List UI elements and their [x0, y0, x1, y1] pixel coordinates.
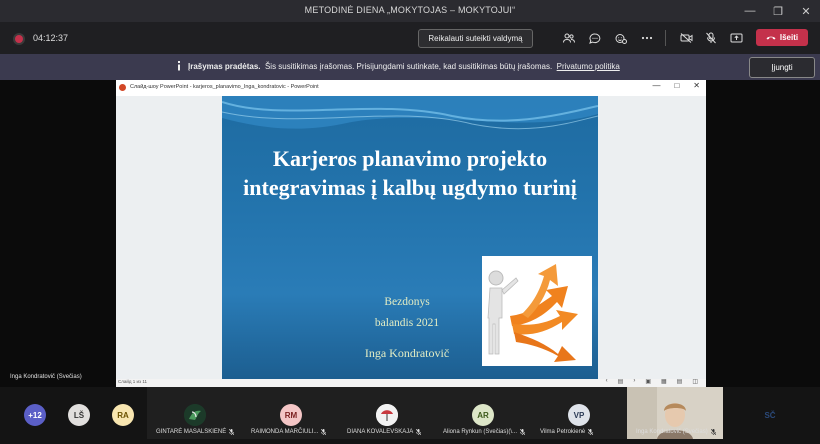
participant-name: GINTARĖ MASALSKIENĖ [156, 429, 227, 435]
ppt-minimize-icon[interactable]: — [652, 81, 660, 90]
mic-muted-icon [710, 429, 716, 435]
window-titlebar: METODINĖ DIENA „MOKYTOJAS – MOKYTOJUI“ —… [0, 0, 820, 22]
avatar-photo [184, 404, 206, 426]
avatar[interactable]: SČ [759, 404, 781, 426]
avatar-initials: SČ [764, 410, 776, 420]
avatar: RM [280, 404, 302, 426]
window-title: METODINĖ DIENA „MOKYTOJAS – MOKYTOJUI“ [304, 5, 516, 15]
participant-name-row: RAIMONDA MARČIULI... [251, 429, 327, 435]
recording-indicator-icon [15, 35, 23, 43]
participants-icon[interactable] [559, 29, 579, 47]
ppt-close-icon[interactable]: ✕ [693, 81, 700, 90]
avatar-initials: LŠ [73, 410, 85, 420]
enable-button[interactable]: Įjungti [749, 57, 815, 78]
slide-counter: Слайд 1 из 11 [118, 379, 148, 384]
chat-icon[interactable] [585, 29, 605, 47]
avatar[interactable]: LŠ [68, 404, 90, 426]
powerpoint-icon [119, 84, 126, 91]
more-participants-button[interactable]: +12 [24, 404, 46, 426]
ppt-statusbar: Слайд 1 из 11 ‹ ▤ › ▣ ▦ ▤ ◫ [116, 378, 706, 387]
meeting-toolbar [0, 22, 820, 54]
recording-banner: Įrašymas pradėtas. Šis susitikimas įrašo… [0, 54, 820, 80]
slide-menu-icon[interactable]: ▤ [618, 378, 624, 385]
career-paths-illustration [482, 256, 592, 366]
sorter-view-icon[interactable]: ▦ [661, 378, 667, 385]
mic-muted-icon [321, 429, 327, 435]
participant-name-row: GINTARĖ MASALSKIENĖ [156, 429, 235, 435]
normal-view-icon[interactable]: ▣ [645, 378, 651, 385]
recording-banner-title: Įrašymas pradėtas. [188, 62, 261, 71]
slide-date: balandis 2021 [374, 317, 440, 329]
mic-muted-icon [416, 429, 422, 435]
avatar: AR [472, 404, 494, 426]
participant-name-row: Inga Kondratovič (Svečias) [636, 429, 716, 435]
reactions-icon[interactable] [611, 29, 631, 47]
ppt-maximize-icon[interactable]: □ [674, 81, 679, 90]
close-icon[interactable]: ✕ [792, 0, 820, 22]
phone-hangup-icon [766, 36, 776, 40]
next-slide-icon[interactable]: › [633, 378, 635, 385]
avatar-photo [376, 404, 398, 426]
privacy-policy-link[interactable]: Privatumo politika [557, 62, 620, 71]
meeting-timer: 04:12:37 [33, 33, 69, 43]
slide-location: Bezdonys [384, 296, 430, 308]
share-screen-icon[interactable] [726, 29, 746, 47]
leave-button[interactable]: Išeiti [756, 29, 808, 46]
avatar[interactable]: RA [112, 404, 134, 426]
minimize-icon[interactable]: — [736, 0, 764, 22]
avatar-initials: AR [477, 410, 489, 420]
ppt-titlebar: Слайд-шоу PowerPoint - karjeros_planavim… [116, 80, 706, 96]
participant-name: Vilma Petrokienė [540, 429, 586, 435]
mic-muted-icon [520, 429, 526, 435]
info-icon [178, 61, 180, 71]
participant-name-row: Aliona Rynkun (Svečias)(\... [443, 429, 526, 435]
participant-name: DIANA KOVALEVSKAJA [347, 429, 414, 435]
avatar-initials: RA [117, 410, 129, 420]
camera-off-icon[interactable] [676, 29, 696, 47]
maximize-icon[interactable]: ❐ [764, 0, 792, 22]
ppt-window-title: Слайд-шоу PowerPoint - karjeros_planavim… [130, 84, 319, 90]
participant-name-row: DIANA KOVALEVSKAJA [347, 429, 422, 435]
ppt-slide-area: Karjeros planavimo projekto integravimas… [116, 96, 706, 379]
request-control-button[interactable]: Reikalauti suteikti valdymą [418, 29, 533, 48]
leave-label: Išeiti [779, 33, 799, 42]
reading-view-icon[interactable]: ▤ [677, 378, 683, 385]
participant-name-row: Vilma Petrokienė [540, 429, 594, 435]
avatar-initials: RM [284, 410, 298, 420]
recording-banner-text: Šis susitikimas įrašomas. Prisijungdami … [264, 62, 553, 71]
slideshow-view-icon[interactable]: ◫ [692, 378, 698, 385]
prev-slide-icon[interactable]: ‹ [606, 378, 608, 385]
avatar: VP [568, 404, 590, 426]
avatar-initials: +12 [28, 410, 42, 420]
slide-title: Karjeros planavimo projekto integravimas… [243, 146, 577, 200]
participant-name: RAIMONDA MARČIULI... [251, 429, 319, 435]
mic-muted-icon [588, 429, 594, 435]
participant-name: Aliona Rynkun (Svečias)(\... [443, 429, 518, 435]
presenter-name-label: Inga Kondratovič (Svečias) [10, 374, 82, 380]
avatar-initials: VP [573, 410, 585, 420]
slide: Karjeros planavimo projekto integravimas… [222, 96, 598, 379]
more-actions-icon[interactable] [637, 29, 657, 47]
participant-name: Inga Kondratovič (Svečias) [636, 429, 708, 435]
toolbar-divider [665, 30, 666, 46]
shared-screen-window: Слайд-шоу PowerPoint - karjeros_planavim… [116, 80, 706, 387]
mic-muted-icon [229, 429, 235, 435]
mic-off-icon[interactable] [701, 29, 721, 47]
slide-author: Inga Kondratovič [364, 346, 450, 360]
